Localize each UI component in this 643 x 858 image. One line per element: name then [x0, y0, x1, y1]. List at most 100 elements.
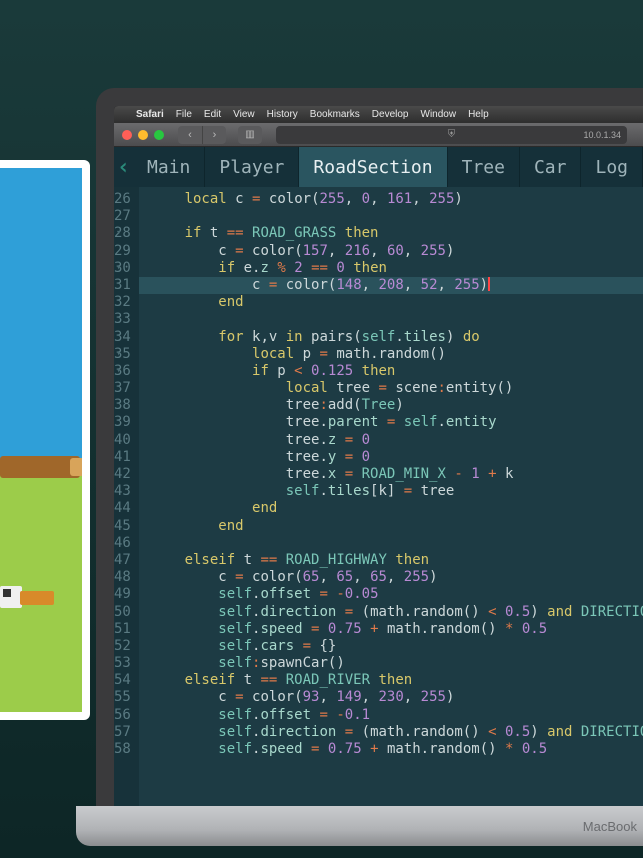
- line-number[interactable]: 29: [114, 243, 131, 260]
- safari-toolbar: ‹ › ▥ ⛨ 10.0.1.34: [114, 123, 643, 147]
- code-line[interactable]: c = color(148, 208, 52, 255): [139, 277, 643, 294]
- line-number[interactable]: 56: [114, 707, 131, 724]
- code-content[interactable]: local c = color(255, 0, 161, 255) if t =…: [139, 187, 643, 808]
- code-line[interactable]: c = color(157, 216, 60, 255): [151, 243, 643, 260]
- line-number[interactable]: 45: [114, 518, 131, 535]
- code-line[interactable]: local tree = scene:entity(): [151, 380, 643, 397]
- code-line[interactable]: self.speed = 0.75 + math.random() * 0.5: [151, 741, 643, 758]
- line-number[interactable]: 40: [114, 432, 131, 449]
- code-line[interactable]: [151, 311, 643, 328]
- line-number[interactable]: 57: [114, 724, 131, 741]
- game-preview: [0, 168, 82, 712]
- editor-back-button[interactable]: ‹: [114, 147, 133, 187]
- code-line[interactable]: local p = math.random(): [151, 346, 643, 363]
- line-number[interactable]: 49: [114, 586, 131, 603]
- address-bar[interactable]: ⛨ 10.0.1.34: [276, 126, 627, 144]
- code-line[interactable]: [151, 208, 643, 225]
- code-line[interactable]: c = color(65, 65, 65, 255): [151, 569, 643, 586]
- line-number[interactable]: 52: [114, 638, 131, 655]
- back-button[interactable]: ‹: [178, 126, 202, 144]
- menu-bookmarks[interactable]: Bookmarks: [310, 109, 360, 120]
- minimize-button[interactable]: [138, 130, 148, 140]
- line-number[interactable]: 35: [114, 346, 131, 363]
- line-number[interactable]: 53: [114, 655, 131, 672]
- line-number[interactable]: 55: [114, 689, 131, 706]
- close-button[interactable]: [122, 130, 132, 140]
- line-number[interactable]: 43: [114, 483, 131, 500]
- line-number[interactable]: 41: [114, 449, 131, 466]
- line-number[interactable]: 54: [114, 672, 131, 689]
- editor-tabbar: ‹ MainPlayerRoadSectionTreeCarLog: [114, 147, 643, 187]
- tab-main[interactable]: Main: [133, 147, 205, 187]
- line-number[interactable]: 31: [114, 277, 131, 294]
- tab-roadsection[interactable]: RoadSection: [299, 147, 447, 187]
- code-line[interactable]: end: [151, 518, 643, 535]
- code-line[interactable]: tree:add(Tree): [151, 397, 643, 414]
- macos-menubar[interactable]: Safari File Edit View History Bookmarks …: [114, 106, 643, 123]
- line-number[interactable]: 48: [114, 569, 131, 586]
- menu-window[interactable]: Window: [421, 109, 457, 120]
- menu-file[interactable]: File: [176, 109, 192, 120]
- fullscreen-button[interactable]: [154, 130, 164, 140]
- app-menu[interactable]: Safari: [136, 109, 164, 120]
- code-line[interactable]: elseif t == ROAD_RIVER then: [151, 672, 643, 689]
- code-line[interactable]: end: [151, 500, 643, 517]
- code-line[interactable]: end: [151, 294, 643, 311]
- menu-edit[interactable]: Edit: [204, 109, 221, 120]
- game-truck: [0, 576, 55, 608]
- code-line[interactable]: elseif t == ROAD_HIGHWAY then: [151, 552, 643, 569]
- code-line[interactable]: self.direction = (math.random() < 0.5) a…: [151, 724, 643, 741]
- code-line[interactable]: if p < 0.125 then: [151, 363, 643, 380]
- code-line[interactable]: tree.y = 0: [151, 449, 643, 466]
- code-line[interactable]: tree.parent = self.entity: [151, 414, 643, 431]
- line-number[interactable]: 46: [114, 535, 131, 552]
- line-number[interactable]: 50: [114, 604, 131, 621]
- line-number[interactable]: 32: [114, 294, 131, 311]
- line-number[interactable]: 26: [114, 191, 131, 208]
- code-line[interactable]: c = color(93, 149, 230, 255): [151, 689, 643, 706]
- code-line[interactable]: self.tiles[k] = tree: [151, 483, 643, 500]
- code-line[interactable]: local c = color(255, 0, 161, 255): [151, 191, 643, 208]
- line-number[interactable]: 37: [114, 380, 131, 397]
- line-number[interactable]: 51: [114, 621, 131, 638]
- code-line[interactable]: [151, 535, 643, 552]
- line-number[interactable]: 36: [114, 363, 131, 380]
- code-line[interactable]: self.offset = -0.1: [151, 707, 643, 724]
- line-number[interactable]: 27: [114, 208, 131, 225]
- code-line[interactable]: if e.z % 2 == 0 then: [151, 260, 643, 277]
- code-line[interactable]: self.cars = {}: [151, 638, 643, 655]
- line-number[interactable]: 34: [114, 329, 131, 346]
- code-line[interactable]: self.direction = (math.random() < 0.5) a…: [151, 604, 643, 621]
- menu-develop[interactable]: Develop: [372, 109, 409, 120]
- line-number[interactable]: 47: [114, 552, 131, 569]
- code-line[interactable]: for k,v in pairs(self.tiles) do: [151, 329, 643, 346]
- line-number[interactable]: 44: [114, 500, 131, 517]
- forward-button[interactable]: ›: [202, 126, 226, 144]
- game-sky: [0, 168, 82, 467]
- menu-help[interactable]: Help: [468, 109, 489, 120]
- line-number[interactable]: 42: [114, 466, 131, 483]
- tab-tree[interactable]: Tree: [448, 147, 520, 187]
- tab-player[interactable]: Player: [205, 147, 299, 187]
- code-line[interactable]: tree.x = ROAD_MIN_X - 1 + k: [151, 466, 643, 483]
- code-line[interactable]: self.offset = -0.05: [151, 586, 643, 603]
- ipad-device: [0, 160, 90, 720]
- line-number[interactable]: 39: [114, 414, 131, 431]
- line-number[interactable]: 33: [114, 311, 131, 328]
- line-number[interactable]: 30: [114, 260, 131, 277]
- tab-log[interactable]: Log: [581, 147, 643, 187]
- sidebar-toggle-button[interactable]: ▥: [238, 126, 262, 144]
- menu-view[interactable]: View: [233, 109, 255, 120]
- line-number[interactable]: 58: [114, 741, 131, 758]
- line-number[interactable]: 28: [114, 225, 131, 242]
- code-line[interactable]: tree.z = 0: [151, 432, 643, 449]
- menu-history[interactable]: History: [267, 109, 298, 120]
- code-line[interactable]: self:spawnCar(): [151, 655, 643, 672]
- line-number[interactable]: 38: [114, 397, 131, 414]
- code-line[interactable]: if t == ROAD_GRASS then: [151, 225, 643, 242]
- code-area[interactable]: 2627282930313233343536373839404142434445…: [114, 187, 643, 808]
- tab-car[interactable]: Car: [520, 147, 582, 187]
- privacy-shield-icon[interactable]: ⛨: [448, 129, 456, 140]
- line-gutter[interactable]: 2627282930313233343536373839404142434445…: [114, 187, 139, 808]
- code-line[interactable]: self.speed = 0.75 + math.random() * 0.5: [151, 621, 643, 638]
